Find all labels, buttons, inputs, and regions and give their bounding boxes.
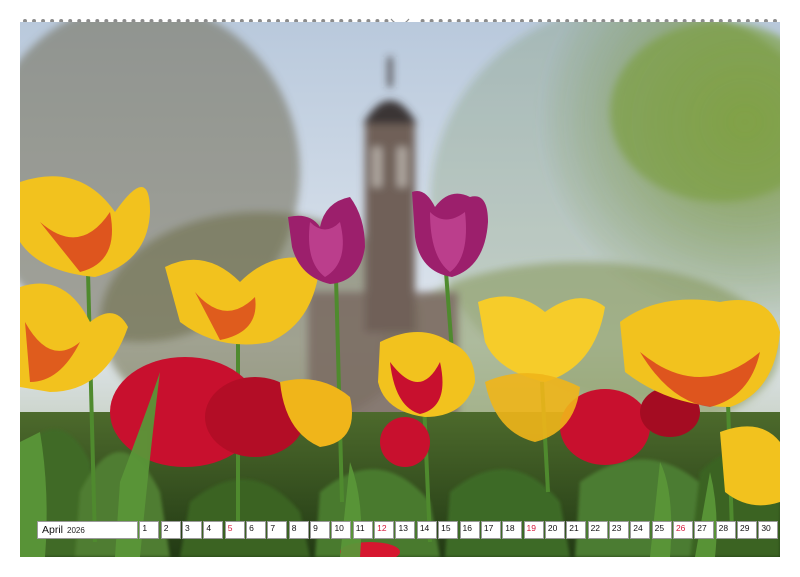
calendar-day-1: 1 bbox=[139, 521, 160, 539]
calendar-day-3: 3 bbox=[182, 521, 203, 539]
calendar-day-30: 30 bbox=[758, 521, 779, 539]
calendar-day-27: 27 bbox=[694, 521, 715, 539]
year-label: 2026 bbox=[67, 525, 85, 535]
month-label: April 2026 bbox=[37, 521, 138, 539]
calendar-day-22: 22 bbox=[587, 521, 608, 539]
calendar-day-25: 25 bbox=[651, 521, 672, 539]
calendar-day-28: 28 bbox=[715, 521, 736, 539]
calendar-day-17: 17 bbox=[480, 521, 501, 539]
calendar-day-13: 13 bbox=[395, 521, 416, 539]
calendar-strip: April 2026 1 2 3 4 5 6 7 8 9 10 11 12 13 14 15 16 17 18 19… bbox=[37, 521, 779, 539]
calendar-day-11: 11 bbox=[352, 521, 373, 539]
calendar-day-12: 12 bbox=[374, 521, 395, 539]
calendar-day-9: 9 bbox=[310, 521, 331, 539]
tulip-photo bbox=[20, 22, 780, 557]
calendar-day-21: 21 bbox=[566, 521, 587, 539]
calendar-day-29: 29 bbox=[736, 521, 757, 539]
calendar-day-18: 18 bbox=[502, 521, 523, 539]
calendar-day-4: 4 bbox=[203, 521, 224, 539]
calendar-day-19: 19 bbox=[523, 521, 544, 539]
calendar-day-5: 5 bbox=[224, 521, 245, 539]
calendar-day-24: 24 bbox=[630, 521, 651, 539]
calendar-day-6: 6 bbox=[246, 521, 267, 539]
calendar-day-16: 16 bbox=[459, 521, 480, 539]
month-name: April bbox=[42, 524, 64, 536]
calendar-day-2: 2 bbox=[160, 521, 181, 539]
calendar-day-14: 14 bbox=[416, 521, 437, 539]
calendar-day-7: 7 bbox=[267, 521, 288, 539]
calendar-day-15: 15 bbox=[438, 521, 459, 539]
calendar-day-8: 8 bbox=[288, 521, 309, 539]
calendar-day-23: 23 bbox=[608, 521, 629, 539]
calendar-day-20: 20 bbox=[544, 521, 565, 539]
calendar-day-10: 10 bbox=[331, 521, 352, 539]
calendar-day-26: 26 bbox=[672, 521, 693, 539]
